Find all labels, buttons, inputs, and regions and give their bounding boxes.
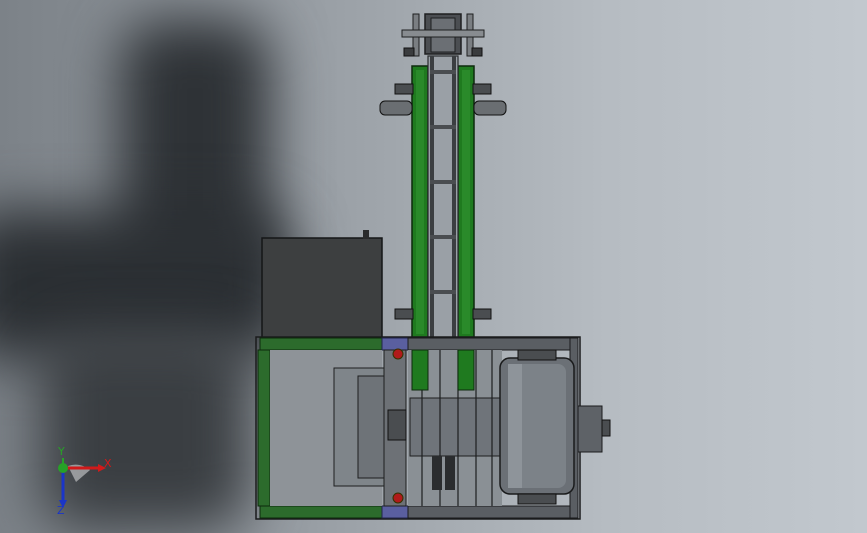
control-box	[261, 230, 383, 339]
conveyor-tower	[379, 13, 507, 339]
cad-viewport[interactable]: X Y Z	[0, 0, 867, 533]
machine-model	[255, 13, 611, 520]
y-axis-label: Y	[58, 445, 65, 458]
x-axis-label: X	[104, 457, 112, 470]
base-frame	[255, 336, 611, 520]
z-axis-label: Z	[57, 504, 65, 517]
coordinate-triad: X Y Z	[40, 445, 120, 518]
